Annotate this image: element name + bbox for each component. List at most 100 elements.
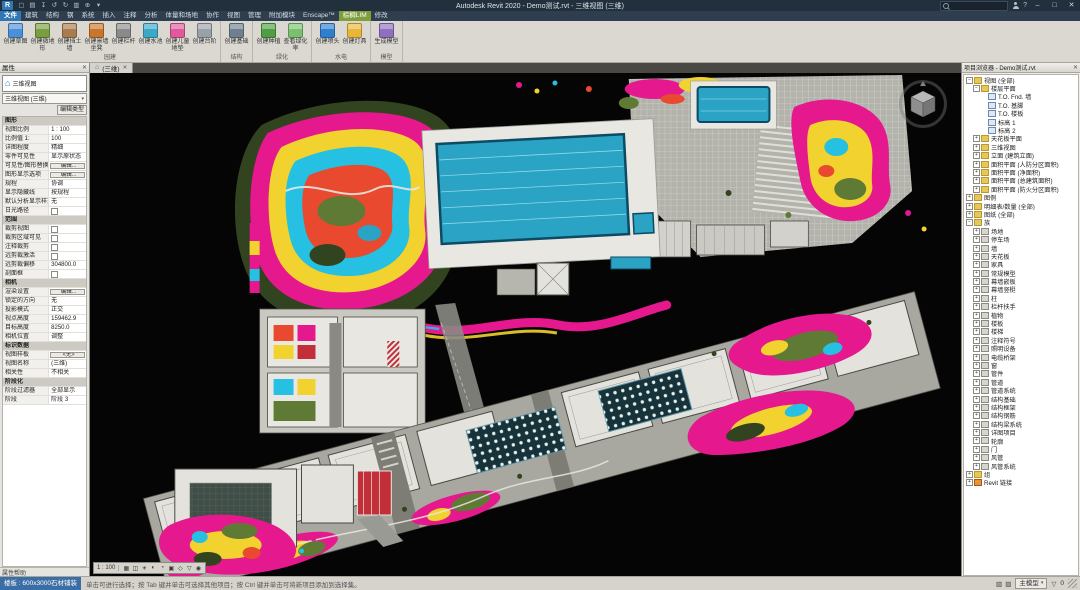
tree-item[interactable]: 结构框架: [964, 403, 1078, 412]
ribbon-tab[interactable]: 修改: [371, 11, 392, 21]
tree-item[interactable]: T.O. 楼板: [964, 110, 1078, 118]
property-row[interactable]: 零件可见性 显示原状态: [3, 153, 86, 162]
property-row[interactable]: 目标高度 8250.0: [3, 324, 86, 333]
visual-style-icon[interactable]: ◫: [131, 565, 139, 572]
property-row[interactable]: 视图样板 <无>: [3, 351, 86, 360]
property-row[interactable]: 规程 协调: [3, 180, 86, 189]
ribbon-button[interactable]: 创建灯具: [341, 22, 368, 54]
expand-icon[interactable]: [973, 269, 980, 277]
expand-icon[interactable]: [973, 454, 980, 462]
shadows-icon[interactable]: ◐: [149, 565, 157, 572]
tree-item[interactable]: 结构基础: [964, 395, 1078, 403]
ribbon-button[interactable]: 创建喷头: [314, 22, 341, 54]
expand-icon[interactable]: [973, 387, 980, 395]
expand-icon[interactable]: [973, 395, 980, 403]
tree-item[interactable]: 场地: [964, 227, 1078, 235]
ribbon-button[interactable]: 创建挡土墙: [56, 22, 83, 54]
ribbon-tab[interactable]: 钢: [63, 11, 78, 21]
expand-icon[interactable]: [973, 294, 980, 302]
expand-icon[interactable]: [973, 462, 980, 470]
ribbon-button[interactable]: 创建儿童地垫: [164, 22, 191, 54]
expand-icon[interactable]: [973, 445, 980, 453]
crop-region-icon[interactable]: ◇: [176, 565, 184, 572]
expand-icon[interactable]: [973, 336, 980, 344]
open-icon[interactable]: ▤: [28, 1, 37, 10]
expand-icon[interactable]: [973, 412, 980, 420]
expand-icon[interactable]: [973, 227, 980, 235]
property-row[interactable]: 剖面框: [3, 270, 86, 279]
ribbon-tab[interactable]: 文件: [0, 11, 21, 21]
expand-icon[interactable]: [973, 429, 980, 437]
viewcube[interactable]: [897, 78, 949, 130]
expand-icon[interactable]: [973, 261, 980, 269]
print-icon[interactable]: ▥: [72, 1, 81, 10]
close-button[interactable]: ✕: [1065, 0, 1078, 11]
filter-icon[interactable]: ▽: [1051, 580, 1056, 588]
property-row[interactable]: 日光路径: [3, 207, 86, 216]
worksharing-display-icon[interactable]: ▨: [1005, 580, 1011, 588]
expand-icon[interactable]: [973, 378, 980, 386]
close-icon[interactable]: ✕: [82, 64, 87, 71]
expand-icon[interactable]: [973, 85, 980, 93]
tree-item[interactable]: 窗: [964, 361, 1078, 370]
tree-item[interactable]: 图纸 (全部): [964, 210, 1078, 219]
design-option-select[interactable]: 主模型 ▾: [1015, 578, 1048, 589]
property-row[interactable]: 渲染设置 编辑...: [3, 288, 86, 297]
tree-item[interactable]: 风管系统: [964, 462, 1078, 470]
expand-icon[interactable]: [973, 420, 980, 428]
expand-icon[interactable]: [973, 345, 980, 353]
property-row[interactable]: 详图程度 精细: [3, 144, 86, 153]
tree-item[interactable]: 族: [964, 219, 1078, 227]
expand-icon[interactable]: [973, 278, 980, 286]
ribbon-button[interactable]: 创建基础: [223, 22, 250, 54]
tree-item[interactable]: 管件: [964, 370, 1078, 378]
expand-icon[interactable]: [973, 252, 980, 260]
ribbon-button[interactable]: 创建草图: [2, 22, 29, 54]
expand-icon[interactable]: [973, 303, 980, 311]
ribbon-button[interactable]: 创建栏杆: [110, 22, 137, 54]
property-row[interactable]: 显示隐藏线 按规程: [3, 189, 86, 198]
ribbon-button[interactable]: 生成模型: [373, 22, 400, 54]
close-icon[interactable]: ✕: [123, 65, 128, 71]
scale-control[interactable]: 1 : 100: [97, 565, 120, 571]
tree-item[interactable]: 视图 (全部): [964, 76, 1078, 84]
modify-icon[interactable]: ⊕: [83, 1, 92, 10]
ribbon-tab[interactable]: 棕榈LIM: [338, 11, 371, 21]
property-row[interactable]: 相机位置 调整: [3, 333, 86, 342]
tree-item[interactable]: 植物: [964, 311, 1078, 319]
tree-item[interactable]: 轮廓: [964, 437, 1078, 445]
tree-item[interactable]: 详图项目: [964, 428, 1078, 437]
tree-item[interactable]: 管道系统: [964, 386, 1078, 395]
tree-item[interactable]: T.O. Fnd. 墙: [964, 93, 1078, 101]
expand-icon[interactable]: [973, 177, 980, 185]
ribbon-tab[interactable]: 附加模块: [265, 11, 299, 21]
render-icon[interactable]: ◔: [158, 565, 166, 572]
expand-icon[interactable]: [973, 135, 980, 143]
ribbon-tab[interactable]: 注释: [120, 11, 141, 21]
expand-icon[interactable]: [966, 76, 973, 84]
property-row[interactable]: 裁剪视图: [3, 225, 86, 234]
ribbon-tab[interactable]: 协作: [202, 11, 223, 21]
property-row[interactable]: 阶段 阶段 3: [3, 396, 86, 405]
redo-icon[interactable]: ↻: [61, 1, 70, 10]
ribbon-tab[interactable]: 分析: [141, 11, 162, 21]
tree-item[interactable]: 三维视图: [964, 143, 1078, 152]
expand-icon[interactable]: [973, 403, 980, 411]
ribbon-tab[interactable]: 插入: [99, 11, 120, 21]
ribbon-tab[interactable]: 体量和场地: [162, 11, 203, 21]
ribbon-button[interactable]: 创建微地形: [29, 22, 56, 54]
ribbon-tab[interactable]: 系统: [78, 11, 99, 21]
property-row[interactable]: 可见性/图形替换 编辑...: [3, 162, 86, 171]
ribbon-button[interactable]: 创建台阶: [191, 22, 218, 54]
ribbon-tab[interactable]: 结构: [42, 11, 63, 21]
view-tab-3d[interactable]: ⌂ (三维) ✕: [90, 62, 134, 73]
reveal-hidden-icon[interactable]: ◉: [194, 565, 202, 572]
property-row[interactable]: 裁剪区域可见: [3, 234, 86, 243]
property-row[interactable]: 锁定的方向 无: [3, 297, 86, 306]
save-icon[interactable]: ↧: [39, 1, 48, 10]
expand-icon[interactable]: [973, 320, 980, 328]
help-icon[interactable]: ?: [1023, 2, 1027, 9]
property-row[interactable]: 视图名称 (三维): [3, 360, 86, 369]
tree-item[interactable]: 门: [964, 445, 1078, 454]
tree-item[interactable]: 天花板: [964, 252, 1078, 261]
